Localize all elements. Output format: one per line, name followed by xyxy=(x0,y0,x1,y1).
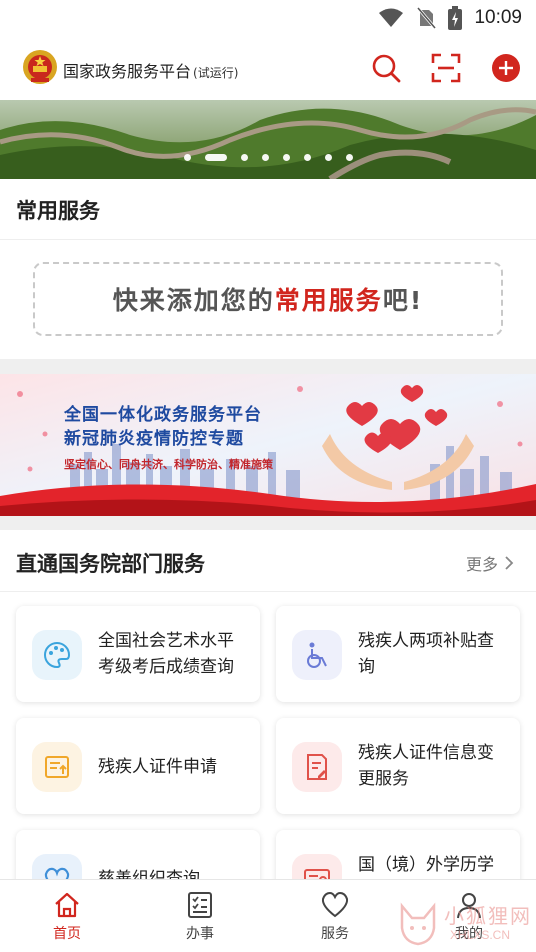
great-wall-image xyxy=(0,100,536,179)
no-sim-icon xyxy=(417,7,437,29)
divider xyxy=(0,239,536,240)
carousel-dot[interactable] xyxy=(324,154,332,161)
carousel-dot[interactable] xyxy=(303,154,311,161)
placeholder-suffix: 吧! xyxy=(382,286,424,315)
promo-slogan: 坚定信心、同舟共济、科学防治、精准施策 xyxy=(64,458,273,471)
heart-icon xyxy=(320,890,350,920)
watermark-sub: XHLXS.CN xyxy=(450,928,511,942)
status-time: 10:09 xyxy=(474,7,522,28)
carousel-dot[interactable] xyxy=(261,154,269,161)
service-card[interactable]: 残疾人两项补贴查询 xyxy=(276,606,520,702)
service-card-label: 残疾人证件申请 xyxy=(98,757,217,777)
palette-icon xyxy=(32,630,82,680)
divider xyxy=(0,591,536,592)
national-emblem-icon xyxy=(23,50,57,84)
document-edit-icon xyxy=(292,742,342,792)
carousel-dot[interactable] xyxy=(345,154,353,161)
app-title: 国家政务服务平台 (试运行) xyxy=(63,58,238,82)
chevron-right-icon xyxy=(505,556,514,570)
search-icon xyxy=(372,54,401,83)
fox-logo-icon xyxy=(400,902,436,946)
site-watermark: 小狐狸网 XHLXS.CN xyxy=(396,898,536,950)
service-card[interactable]: 残疾人证件信息变更服务 xyxy=(276,718,520,814)
status-bar: 10:09 xyxy=(0,0,536,36)
tab-label: 办事 xyxy=(186,926,214,942)
tab-label: 服务 xyxy=(321,926,349,942)
carousel-dot-active[interactable] xyxy=(204,154,227,161)
scan-button[interactable] xyxy=(430,52,462,84)
checklist-icon xyxy=(185,890,215,920)
app-header: 国家政务服务平台 (试运行) xyxy=(0,36,536,100)
promo-line1: 全国一体化政务服务平台 xyxy=(64,405,262,425)
promo-line2: 新冠肺炎疫情防控专题 xyxy=(64,429,244,449)
departments-header: 直通国务院部门服务 xyxy=(0,530,536,592)
carousel-dot[interactable] xyxy=(282,154,290,161)
tab-services[interactable]: 服务 xyxy=(295,880,375,952)
document-upload-icon xyxy=(32,742,82,792)
home-icon xyxy=(52,890,82,920)
carousel-dot[interactable] xyxy=(240,154,248,161)
battery-charging-icon xyxy=(448,6,463,30)
add-button[interactable] xyxy=(490,52,522,84)
scan-icon xyxy=(431,53,461,83)
service-card-label: 国（境）外学历学 xyxy=(358,855,494,875)
common-services-header: 常用服务 xyxy=(0,179,536,239)
carousel-dot[interactable] xyxy=(183,154,191,161)
banner-carousel[interactable] xyxy=(0,100,536,179)
section-separator xyxy=(0,359,536,374)
service-card[interactable]: 残疾人证件申请 xyxy=(16,718,260,814)
wheelchair-icon xyxy=(292,630,342,680)
service-card-label: 残疾人证件信息变更服务 xyxy=(358,743,494,789)
service-card-label: 全国社会艺术水平考级考后成绩查询 xyxy=(98,631,234,677)
wifi-icon xyxy=(379,8,404,27)
common-services-title: 常用服务 xyxy=(16,199,100,223)
service-card[interactable]: 全国社会艺术水平考级考后成绩查询 xyxy=(16,606,260,702)
section-separator xyxy=(0,516,536,530)
carousel-indicators xyxy=(0,154,536,161)
tab-tasks[interactable]: 办事 xyxy=(160,880,240,952)
watermark-text: 小狐狸网 xyxy=(444,904,532,928)
tab-label: 首页 xyxy=(53,926,81,942)
more-label: 更多 xyxy=(465,555,498,574)
placeholder-prefix: 快来添加您的 xyxy=(112,286,275,315)
more-link[interactable]: 更多 xyxy=(466,551,514,575)
departments-title: 直通国务院部门服务 xyxy=(16,552,205,576)
app-title-suffix: (试运行) xyxy=(193,66,239,80)
covid-promo-banner[interactable]: 全国一体化政务服务平台 新冠肺炎疫情防控专题 坚定信心、同舟共济、科学防治、精准… xyxy=(0,374,536,516)
search-button[interactable] xyxy=(370,52,402,84)
service-card-label: 残疾人两项补贴查询 xyxy=(358,631,494,677)
add-common-service-placeholder[interactable]: 快来添加您的 常用服务 吧! xyxy=(33,262,503,336)
add-circle-icon xyxy=(492,54,520,82)
tab-home[interactable]: 首页 xyxy=(27,880,107,952)
placeholder-highlight: 常用服务 xyxy=(274,286,383,315)
app-title-text: 国家政务服务平台 xyxy=(63,62,192,81)
